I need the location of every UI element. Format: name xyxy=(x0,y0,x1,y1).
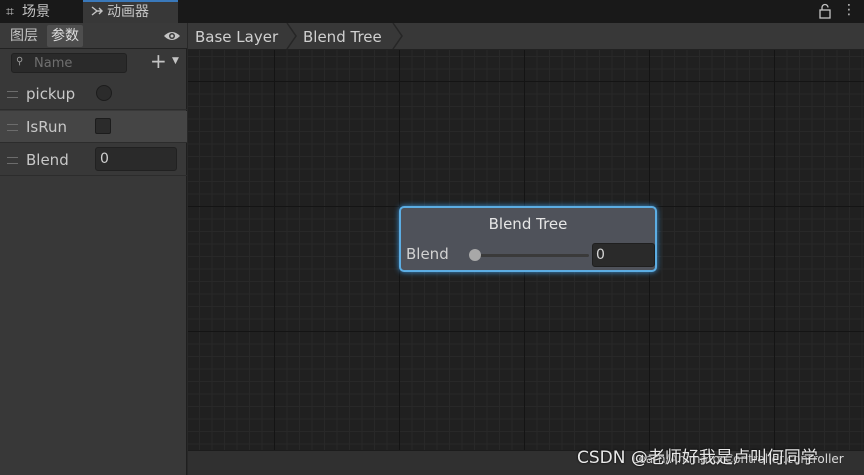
more-options-icon[interactable]: ⋮ xyxy=(842,2,856,18)
bool-checkbox[interactable] xyxy=(95,118,111,134)
editor-tab-bar: ⌗ 场景 动画器 ⋮ xyxy=(0,0,864,23)
panel-tabs: 图层 参数 xyxy=(0,23,187,49)
breadcrumb-separator-icon xyxy=(392,23,403,49)
tab-animator-label: 动画器 xyxy=(107,4,149,20)
slider-handle[interactable] xyxy=(469,249,481,261)
tab-parameters[interactable]: 参数 xyxy=(47,25,83,47)
tab-layers[interactable]: 图层 xyxy=(6,25,42,47)
search-icon: ⚲ xyxy=(16,56,24,67)
animator-icon xyxy=(91,2,107,23)
drag-handle-icon[interactable] xyxy=(7,124,18,131)
node-title: Blend Tree xyxy=(488,215,568,233)
parameter-name: IsRun xyxy=(26,118,68,136)
tab-scene[interactable]: ⌗ 场景 xyxy=(6,0,50,23)
parameter-name: pickup xyxy=(26,85,76,103)
parameters-panel: 图层 参数 ⚲ + ▼ pickup IsRun Blend 0 xyxy=(0,23,187,475)
parameter-name: Blend xyxy=(26,151,69,169)
grid-icon: ⌗ xyxy=(6,4,14,20)
breadcrumb-base-layer[interactable]: Base Layer xyxy=(195,23,278,50)
drag-handle-icon[interactable] xyxy=(7,157,18,164)
eye-icon[interactable] xyxy=(163,29,181,43)
drag-handle-icon[interactable] xyxy=(7,91,18,98)
search-input[interactable] xyxy=(34,55,124,71)
blend-slider[interactable] xyxy=(474,254,589,257)
parameter-search[interactable]: ⚲ xyxy=(11,53,127,73)
parameter-row-pickup[interactable]: pickup xyxy=(0,78,187,110)
trigger-toggle[interactable] xyxy=(96,85,112,101)
plus-icon: + xyxy=(150,49,167,73)
lock-icon[interactable] xyxy=(818,3,834,19)
float-value-field[interactable]: 0 xyxy=(95,147,177,171)
tab-scene-label: 场景 xyxy=(22,4,50,20)
blend-tree-node[interactable]: Blend Tree Blend 0 xyxy=(399,206,657,272)
parameter-row-blend[interactable]: Blend 0 xyxy=(0,144,187,176)
tab-animator[interactable]: 动画器 xyxy=(83,0,178,23)
dropdown-arrow-icon: ▼ xyxy=(172,56,179,66)
add-parameter-button[interactable]: + ▼ xyxy=(150,49,184,73)
node-value-field[interactable]: 0 xyxy=(592,243,655,267)
node-parameter-label: Blend xyxy=(406,245,449,263)
breadcrumb-blend-tree[interactable]: Blend Tree xyxy=(303,23,382,50)
breadcrumb: Base Layer Blend Tree xyxy=(188,23,864,50)
watermark: CSDN @老师好我是卢叫何同学 xyxy=(577,448,818,468)
parameter-row-isrun[interactable]: IsRun xyxy=(0,111,187,143)
breadcrumb-separator-icon xyxy=(286,23,297,49)
